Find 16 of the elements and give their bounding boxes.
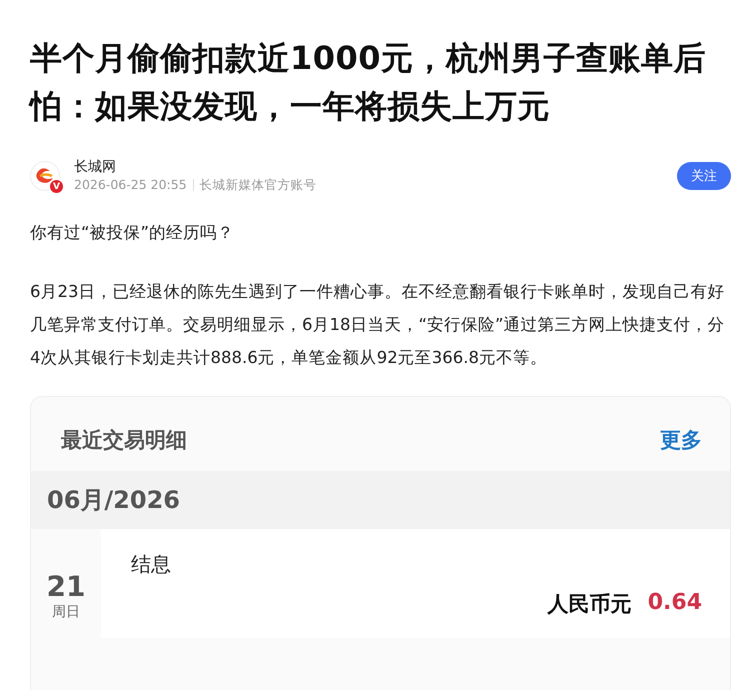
weekday: 周日	[52, 603, 80, 621]
verified-badge: V	[49, 179, 64, 194]
article-title: 半个月偷偷扣款近1000元，杭州男子查账单后怕：如果没发现，一年将损失上万元	[30, 38, 708, 127]
transaction-description: 结息	[131, 551, 172, 578]
follow-button[interactable]: 关注	[677, 162, 731, 190]
more-link[interactable]: 更多	[660, 426, 702, 454]
publish-time: 2026-06-25 20:55	[74, 176, 187, 194]
paragraph: 6月23日，已经退休的陈先生遇到了一件糟心事。在不经意翻看银行卡账单时，发现自己有好几笔异常支付订单。交易明细显示，6月18日当天，“安行保险”通过第三方网上快捷支付，分4次从其银行卡划走共计888.6元，单笔金额从92元至366.8元不等。	[30, 281, 726, 369]
amount: 0.64	[648, 590, 702, 617]
author-name[interactable]: 长城网	[74, 158, 677, 176]
month-header: 06月/2026	[31, 471, 730, 529]
day-number: 21	[46, 571, 86, 603]
currency: 人民币元	[548, 591, 632, 618]
author-source: 长城新媒体官方账号	[200, 176, 317, 194]
section-title: 最近交易明细	[61, 427, 187, 454]
paragraph: 你有过“被投保”的经历吗？	[30, 222, 236, 244]
